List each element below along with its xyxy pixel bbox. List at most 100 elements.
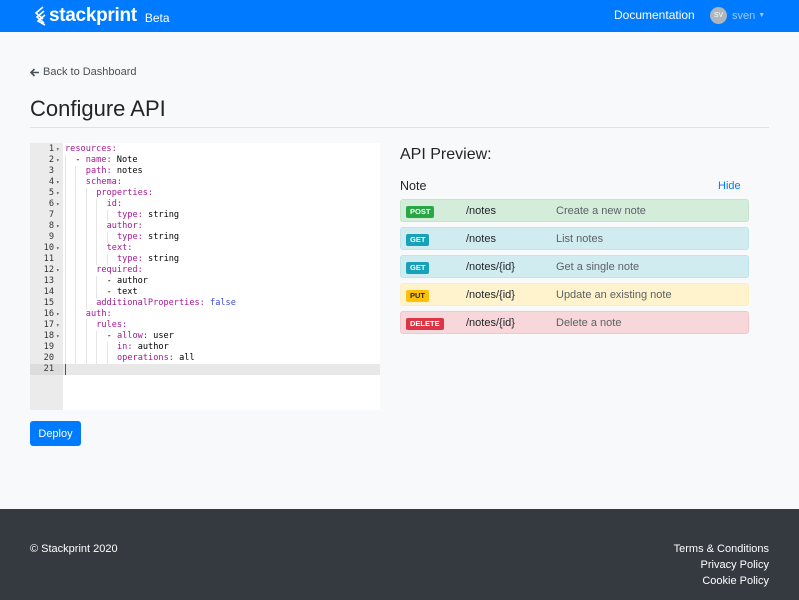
- indent-guide: [75, 188, 77, 199]
- line-number-label: 21: [43, 364, 54, 374]
- line-number: 17 ▾: [30, 320, 63, 331]
- privacy-policy-link[interactable]: Privacy Policy: [674, 559, 769, 575]
- fold-toggle-icon[interactable]: ▾: [56, 243, 60, 254]
- cookie-policy-link[interactable]: Cookie Policy: [674, 575, 769, 591]
- code-text: - author: [106, 276, 148, 286]
- line-number-label: 8: [48, 221, 54, 231]
- code-line[interactable]: 13 - author: [30, 276, 380, 287]
- indent-guide: [75, 265, 77, 276]
- indent-guide: [106, 210, 108, 221]
- code-text: - name: Note: [75, 155, 138, 165]
- indent-guide: [65, 199, 66, 210]
- fold-toggle-icon[interactable]: ▾: [56, 309, 60, 320]
- top-navbar: stackprint Beta Documentation SV sven ▼: [0, 0, 799, 32]
- code-line[interactable]: 2 ▾ - name: Note: [30, 155, 380, 166]
- fold-toggle-icon[interactable]: ▾: [56, 188, 60, 199]
- line-number: 19: [30, 342, 63, 353]
- code-text: auth:: [85, 309, 112, 319]
- code-line[interactable]: 6 ▾ id:: [30, 199, 380, 210]
- code-text: path: notes: [85, 166, 143, 176]
- code-line[interactable]: 20 operations: all: [30, 353, 380, 364]
- code-line[interactable]: 9 type: string: [30, 232, 380, 243]
- indent-guide: [75, 232, 77, 243]
- fold-toggle-icon[interactable]: ▾: [56, 155, 60, 166]
- code-line[interactable]: 14 - text: [30, 287, 380, 298]
- endpoint-row[interactable]: GET/notes List notes: [400, 227, 749, 250]
- user-menu[interactable]: SV sven ▼: [710, 7, 765, 24]
- endpoint-row[interactable]: GET/notes/{id} Get a single note: [400, 255, 749, 278]
- fold-toggle-icon[interactable]: ▾: [56, 331, 60, 342]
- indent-guide: [96, 243, 98, 254]
- code-text: author:: [106, 221, 143, 231]
- code-text: text:: [106, 243, 133, 253]
- indent-guide: [85, 353, 87, 364]
- code-text: type: string: [117, 210, 180, 220]
- indent-guide: [96, 353, 98, 364]
- footer-links: Terms & Conditions Privacy Policy Cookie…: [674, 543, 769, 591]
- hide-link[interactable]: Hide: [718, 180, 741, 192]
- indent-guide: [65, 243, 66, 254]
- documentation-link[interactable]: Documentation: [614, 8, 695, 22]
- code-line[interactable]: 21: [30, 364, 380, 375]
- indent-guide: [85, 188, 87, 199]
- indent-guide: [85, 287, 87, 298]
- fold-toggle-icon[interactable]: ▾: [56, 320, 60, 331]
- footer: © Stackprint 2020 Terms & Conditions Pri…: [0, 509, 799, 600]
- indent-guide: [75, 320, 77, 331]
- deploy-button[interactable]: Deploy: [30, 421, 81, 446]
- indent-guide: [85, 243, 87, 254]
- fold-toggle-icon[interactable]: ▾: [56, 221, 60, 232]
- code-line[interactable]: 3 path: notes: [30, 166, 380, 177]
- endpoint-path: /notes: [466, 233, 496, 245]
- code-line[interactable]: 16 ▾ auth:: [30, 309, 380, 320]
- code-line[interactable]: 8 ▾ author:: [30, 221, 380, 232]
- back-to-dashboard-link[interactable]: Back to Dashboard: [30, 66, 137, 78]
- line-number-label: 1: [48, 144, 54, 154]
- fold-toggle-icon[interactable]: ▾: [56, 177, 60, 188]
- code-line[interactable]: 4 ▾ schema:: [30, 177, 380, 188]
- code-line[interactable]: 10 ▾ text:: [30, 243, 380, 254]
- indent-guide: [106, 254, 108, 265]
- indent-guide: [65, 309, 66, 320]
- indent-guide: [85, 298, 87, 309]
- fold-toggle-icon[interactable]: ▾: [56, 199, 60, 210]
- terms-link[interactable]: Terms & Conditions: [674, 543, 769, 559]
- indent-guide: [85, 320, 87, 331]
- indent-guide: [65, 177, 66, 188]
- fold-toggle-icon[interactable]: ▾: [56, 265, 60, 276]
- endpoint-row[interactable]: PUT/notes/{id} Update an existing note: [400, 283, 749, 306]
- indent-guide: [96, 232, 98, 243]
- indent-guide: [85, 199, 87, 210]
- indent-guide: [96, 331, 98, 342]
- code-text: additionalProperties: false: [96, 298, 236, 308]
- brand-name: stackprint: [49, 5, 137, 26]
- yaml-code-editor[interactable]: 1 ▾ resources: 2 ▾ - name: Note 3 path: notes 4 ▾…: [30, 143, 380, 410]
- code-line[interactable]: 5 ▾ properties:: [30, 188, 380, 199]
- code-line[interactable]: 1 ▾ resources:: [30, 144, 380, 155]
- endpoint-row[interactable]: DELETE/notes/{id} Delete a note: [400, 311, 749, 334]
- endpoint-description: Delete a note: [556, 317, 622, 329]
- code-line[interactable]: 19 in: author: [30, 342, 380, 353]
- code-line[interactable]: 17 ▾ rules:: [30, 320, 380, 331]
- indent-guide: [96, 210, 98, 221]
- fold-toggle-icon[interactable]: ▾: [56, 144, 60, 155]
- brand-link[interactable]: stackprint Beta: [34, 5, 170, 27]
- indent-guide: [96, 342, 98, 353]
- indent-guide: [75, 309, 77, 320]
- code-line[interactable]: 18 ▾ - allow: user: [30, 331, 380, 342]
- resource-name: Note: [400, 179, 427, 193]
- indent-guide: [75, 276, 77, 287]
- line-number-label: 9: [48, 232, 54, 242]
- code-line[interactable]: 15 additionalProperties: false: [30, 298, 380, 309]
- code-line[interactable]: 11 type: string: [30, 254, 380, 265]
- code-line[interactable]: 7 type: string: [30, 210, 380, 221]
- code-line[interactable]: 12 ▾ required:: [30, 265, 380, 276]
- code-text: schema:: [85, 177, 123, 187]
- divider: [30, 127, 769, 128]
- copyright: © Stackprint 2020: [30, 543, 118, 555]
- line-number: 5 ▾: [30, 188, 63, 199]
- code-text: id:: [106, 199, 123, 209]
- indent-guide: [65, 298, 66, 309]
- endpoint-row[interactable]: POST/notes Create a new note: [400, 199, 749, 222]
- code-text: required:: [96, 265, 143, 275]
